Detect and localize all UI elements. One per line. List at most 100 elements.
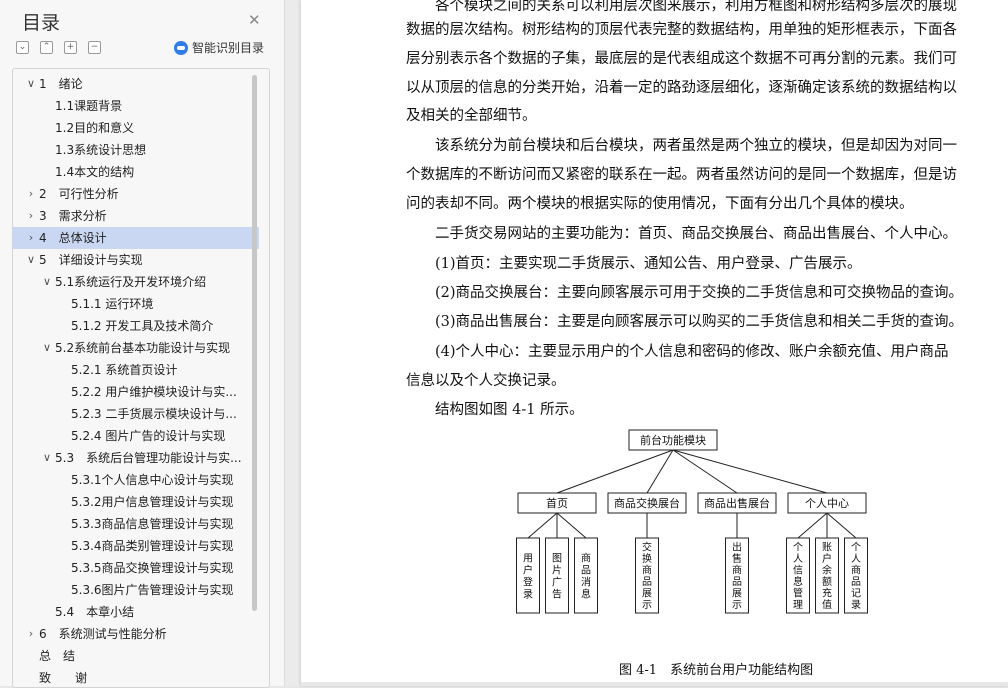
toc-item[interactable]: › 2 可行性分析 bbox=[13, 183, 259, 205]
paragraph-line: 该系统分为前台模块和后台模块，两者虽然是两个独立的模块，但是却因为对同一 bbox=[406, 138, 957, 154]
toc-item-label: 5.2.4 图片广告的设计与实现 bbox=[71, 429, 226, 443]
toc-item[interactable]: 5.3.1个人信息中心设计与实现 bbox=[13, 469, 259, 491]
toc-item[interactable]: › 3 需求分析 bbox=[13, 205, 259, 227]
toc-item-label: 5 详细设计与实现 bbox=[39, 253, 143, 267]
collapse-all-icon[interactable]: ⌃ bbox=[40, 41, 53, 54]
toc-item[interactable]: ∨ 5.1系统运行及开发环境介绍 bbox=[13, 271, 259, 293]
toc-item-label: 6 系统测试与性能分析 bbox=[39, 627, 167, 641]
toc-item[interactable]: ∨ 1 绪论 bbox=[13, 73, 259, 95]
chevron-down-icon[interactable]: ∨ bbox=[25, 249, 37, 271]
chevron-down-icon[interactable]: ∨ bbox=[41, 447, 53, 469]
toc-item[interactable]: › 6 系统测试与性能分析 bbox=[13, 623, 259, 645]
toc-item-label: 总 结 bbox=[39, 649, 76, 663]
toc-item-label: 5.2系统前台基本功能设计与实现 bbox=[55, 341, 231, 355]
expand-all-icon[interactable]: ⌄ bbox=[16, 41, 29, 54]
paragraph-line: (4)个人中心：主要显示用户的个人信息和密码的修改、账户余额充值、用户商品 bbox=[406, 344, 949, 360]
toc-item[interactable]: 1.3系统设计思想 bbox=[13, 139, 259, 161]
toc-item-label: 5.4 本章小结 bbox=[55, 605, 135, 619]
toc-title: 目录 bbox=[22, 12, 61, 34]
toc-item-label: 2 可行性分析 bbox=[39, 187, 119, 201]
module-label: 首页 bbox=[546, 496, 568, 510]
paragraph-line: 各个模块之间的关系可以利用层次图来展示，利用方框图和树形结构多层次的展现 bbox=[406, 0, 957, 14]
close-icon[interactable]: ✕ bbox=[248, 11, 261, 29]
toc-item[interactable]: 5.3.3商品信息管理设计与实现 bbox=[13, 513, 259, 535]
paragraph-line: 及相关的全部细节。 bbox=[406, 108, 537, 124]
paragraph-line: 数据的层次结构。树形结构的顶层代表完整的数据结构，用单独的矩形框表示，下面各 bbox=[406, 22, 957, 38]
paragraph-line: 二手货交易网站的主要功能为：首页、商品交换展台、商品出售展台、个人中心。 bbox=[406, 226, 957, 242]
toc-item-label: 1.1课题背景 bbox=[55, 99, 123, 113]
toc-item-label: 3 需求分析 bbox=[39, 209, 107, 223]
toc-scrollbar[interactable] bbox=[252, 75, 257, 611]
toc-item[interactable]: 5.2.4 图片广告的设计与实现 bbox=[13, 425, 259, 447]
document-page: 各个模块之间的关系可以利用层次图来展示，利用方框图和树形结构多层次的展现 数据的层… bbox=[301, 0, 1008, 686]
connector-line bbox=[672, 449, 828, 494]
toc-item-label: 1.2目的和意义 bbox=[55, 121, 135, 135]
toc-item-label: 1.4本文的结构 bbox=[55, 165, 135, 179]
toc-item-label: 5.3.3商品信息管理设计与实现 bbox=[71, 517, 234, 531]
chevron-right-icon[interactable]: › bbox=[25, 623, 37, 645]
toc-item[interactable]: › 4 总体设计 bbox=[13, 227, 259, 249]
leaf-label: 个人商品记录 bbox=[851, 542, 861, 612]
toc-item-label: 5.3.4商品类别管理设计与实现 bbox=[71, 539, 234, 553]
toc-item[interactable]: 1.4本文的结构 bbox=[13, 161, 259, 183]
toc-item[interactable]: 5.1.2 开发工具及技术简介 bbox=[13, 315, 259, 337]
chevron-right-icon[interactable]: › bbox=[25, 205, 37, 227]
toc-item[interactable]: 致 谢 bbox=[13, 667, 259, 687]
chevron-down-icon[interactable]: ∨ bbox=[41, 271, 53, 293]
toc-item[interactable]: 5.4 本章小结 bbox=[13, 601, 259, 623]
ai-toc-button[interactable]: 智能识别目录 bbox=[174, 39, 264, 56]
toc-item[interactable]: 1.1课题背景 bbox=[13, 95, 259, 117]
toc-item-label: 1 绪论 bbox=[39, 77, 83, 91]
root-label: 前台功能模块 bbox=[640, 433, 706, 447]
toc-item[interactable]: ∨ 5.3 系统后台管理功能设计与实... bbox=[13, 447, 259, 469]
toc-item-label: 5.1.1 运行环境 bbox=[71, 297, 154, 311]
connector-line bbox=[672, 449, 738, 494]
chevron-right-icon[interactable]: › bbox=[25, 183, 37, 205]
chevron-down-icon[interactable]: ∨ bbox=[25, 73, 37, 95]
toc-item-label: 5.1系统运行及开发环境介绍 bbox=[55, 275, 207, 289]
toc-item[interactable]: 5.3.5商品交换管理设计与实现 bbox=[13, 557, 259, 579]
page-gap bbox=[301, 682, 1008, 686]
toc-item-label: 5.2.3 二手货展示模块设计与... bbox=[71, 407, 237, 421]
toc-item[interactable]: 5.3.4商品类别管理设计与实现 bbox=[13, 535, 259, 557]
figure-caption: 图 4-1 系统前台用户功能结构图 bbox=[619, 663, 814, 678]
remove-heading-icon[interactable]: − bbox=[88, 41, 101, 54]
toc-item-label: 1.3系统设计思想 bbox=[55, 143, 147, 157]
paragraph-line: 个数据库的不断访问而又紧密的联系在一起。两者虽然访问的是同一个数据库，但是访 bbox=[406, 167, 957, 183]
toc-item-label: 5.3.2用户信息管理设计与实现 bbox=[71, 495, 234, 509]
connector-line bbox=[826, 512, 857, 539]
paragraph-line: (3)商品出售展台：主要是向顾客展示可以购买的二手货信息和相关二手货的查询。 bbox=[406, 314, 964, 330]
toc-list-box: ∨ 1 绪论 1.1课题背景 1.2目的和意义 1.3系统设计思想 1.4本文的结构 › 2 … bbox=[12, 68, 270, 688]
module-label: 商品交换展台 bbox=[614, 496, 680, 510]
toc-item[interactable]: 总 结 bbox=[13, 645, 259, 667]
toc-item[interactable]: 5.2.2 用户维护模块设计与实... bbox=[13, 381, 259, 403]
toc-item-label: 5.2.1 系统首页设计 bbox=[71, 363, 178, 377]
toc-item-label: 4 总体设计 bbox=[39, 231, 107, 245]
toc-list: ∨ 1 绪论 1.1课题背景 1.2目的和意义 1.3系统设计思想 1.4本文的结构 › 2 … bbox=[13, 73, 259, 687]
connector-line bbox=[556, 512, 587, 539]
toc-item[interactable]: ∨ 5.2系统前台基本功能设计与实现 bbox=[13, 337, 259, 359]
toc-item[interactable]: 1.2目的和意义 bbox=[13, 117, 259, 139]
toc-item[interactable]: ∨ 5 详细设计与实现 bbox=[13, 249, 259, 271]
chevron-down-icon[interactable]: ∨ bbox=[41, 337, 53, 359]
module-label: 个人中心 bbox=[805, 497, 849, 510]
toc-item-label: 5.3 系统后台管理功能设计与实... bbox=[55, 451, 242, 465]
toc-item[interactable]: 5.3.2用户信息管理设计与实现 bbox=[13, 491, 259, 513]
toc-item-label: 5.3.5商品交换管理设计与实现 bbox=[71, 561, 234, 575]
paragraph-line: (1)首页：主要实现二手货展示、通知公告、用户登录、广告展示。 bbox=[406, 256, 862, 272]
leaf-label: 用户登录 bbox=[523, 554, 533, 601]
toc-item[interactable]: 5.1.1 运行环境 bbox=[13, 293, 259, 315]
leaf-label: 个人信息管理 bbox=[793, 542, 803, 612]
connector-line bbox=[527, 512, 558, 539]
structure-diagram: 前台功能模块首页用户登录图片广告商品消息商品交换展台交换商品展示商品出售展台出售… bbox=[516, 429, 868, 614]
chevron-right-icon[interactable]: › bbox=[25, 227, 37, 249]
toc-item[interactable]: 5.3.6图片广告管理设计与实现 bbox=[13, 579, 259, 601]
cloud-ai-icon bbox=[174, 40, 188, 55]
leaf-label: 交换商品展示 bbox=[642, 541, 652, 612]
leaf-label: 账户余额充值 bbox=[822, 542, 832, 612]
add-heading-icon[interactable]: + bbox=[64, 41, 77, 54]
toc-item[interactable]: 5.2.1 系统首页设计 bbox=[13, 359, 259, 381]
toc-item[interactable]: 5.2.3 二手货展示模块设计与... bbox=[13, 403, 259, 425]
toc-item-label: 5.3.1个人信息中心设计与实现 bbox=[71, 473, 234, 487]
connector-line bbox=[646, 449, 674, 494]
